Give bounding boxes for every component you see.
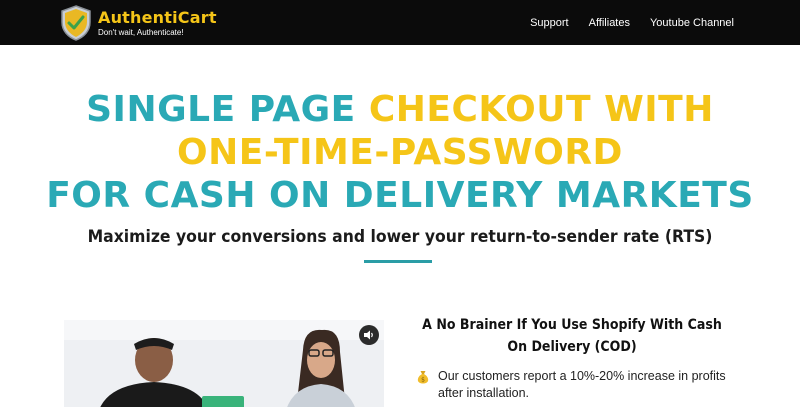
hero-line-1-teal: SINGLE PAGE <box>86 89 369 130</box>
benefit-item: $ Our customers report a 10%-20% increas… <box>416 368 746 402</box>
nav-menu: Support Affiliates Youtube Channel <box>530 0 734 45</box>
svg-text:$: $ <box>421 377 425 384</box>
top-navbar: AuthentiCart Don't wait, Authenticate! S… <box>0 0 800 45</box>
brand-tagline: Don't wait, Authenticate! <box>98 27 184 37</box>
nav-link-youtube-channel[interactable]: Youtube Channel <box>650 17 734 29</box>
video-thumbnail <box>64 320 384 407</box>
volume-glyph <box>364 330 373 340</box>
hero-title: SINGLE PAGE CHECKOUT WITH ONE-TIME-PASSW… <box>0 88 800 217</box>
nav-link-affiliates[interactable]: Affiliates <box>589 17 630 29</box>
features-heading: A No Brainer If You Use Shopify With Cas… <box>422 317 722 355</box>
play-icon[interactable] <box>202 396 244 407</box>
money-bag-icon: $ <box>417 371 429 384</box>
hero-subtitle: Maximize your conversions and lower your… <box>87 227 713 247</box>
benefit-text: Our customers report a 10%-20% increase … <box>438 369 726 400</box>
video-player[interactable] <box>64 320 384 407</box>
nav-link-support[interactable]: Support <box>530 17 569 29</box>
brand-logo-link[interactable]: AuthentiCart Don't wait, Authenticate! <box>60 5 217 41</box>
hero-line-1: SINGLE PAGE CHECKOUT WITH <box>86 89 714 130</box>
brand-name: AuthentiCart <box>98 7 217 27</box>
hero-line-2: ONE-TIME-PASSWORD <box>177 132 623 173</box>
hero-divider <box>364 260 432 263</box>
hero-line-3: FOR CASH ON DELIVERY MARKETS <box>46 175 754 216</box>
hero-line-1-yellow: CHECKOUT WITH <box>368 89 714 130</box>
shield-check-icon <box>61 5 91 41</box>
volume-icon[interactable] <box>359 325 379 345</box>
